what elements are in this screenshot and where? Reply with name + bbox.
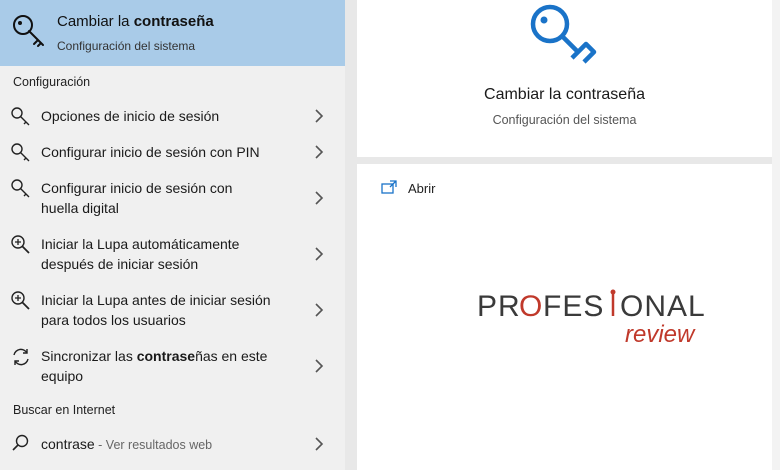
preview-header: Cambiar la contraseña Configuración del … <box>357 0 772 157</box>
profesional-review-logo: PR O FES ONAL review <box>477 289 706 348</box>
result-sync-passwords[interactable]: Sincronizar las contraseñas en este equi… <box>0 344 345 388</box>
svg-text:ONAL: ONAL <box>620 290 706 323</box>
sync-icon <box>13 348 29 366</box>
result-pin-sign-in[interactable]: Configurar inicio de sesión con PIN <box>0 140 345 166</box>
result-fingerprint-sign-in[interactable]: Configurar inicio de sesión con huella d… <box>0 176 345 220</box>
result-label: Configurar inicio de sesión con huella d… <box>41 180 233 216</box>
chevron-right-icon[interactable] <box>313 247 325 261</box>
preview-subtitle: Configuración del sistema <box>492 113 637 127</box>
key-icon <box>13 15 44 47</box>
search-icon <box>12 434 29 451</box>
scroll-edge <box>772 0 780 470</box>
best-match-result[interactable]: Cambiar la contraseña Configuración del … <box>0 0 345 66</box>
result-sign-in-options[interactable]: Opciones de inicio de sesión <box>0 104 345 130</box>
svg-text:O: O <box>519 290 543 323</box>
preview-actions: Abrir PR O FES ONAL review <box>357 164 772 470</box>
web-search-label: contrase - Ver resultados web <box>41 436 213 452</box>
best-match-title: Cambiar la contraseña <box>57 13 214 30</box>
chevron-right-icon[interactable] <box>313 359 325 373</box>
best-match-subtitle: Configuración del sistema <box>57 39 196 53</box>
key-icon <box>530 4 597 64</box>
svg-text:review: review <box>625 321 696 348</box>
chevron-right-icon[interactable] <box>313 109 325 123</box>
svg-text:FES: FES <box>543 290 604 323</box>
section-header-internet: Buscar en Internet <box>13 403 116 417</box>
web-search-result[interactable]: contrase - Ver resultados web <box>0 430 345 458</box>
result-label: Iniciar la Lupa antes de iniciar sesión … <box>41 292 271 328</box>
result-label: Configurar inicio de sesión con PIN <box>41 144 260 160</box>
section-header-settings: Configuración <box>13 75 91 89</box>
result-label: Iniciar la Lupa automáticamente después … <box>41 236 240 272</box>
chevron-right-icon[interactable] <box>313 145 325 159</box>
key-icon <box>11 179 30 198</box>
result-label: Sincronizar las contraseñas en este equi… <box>41 348 268 384</box>
result-label: Opciones de inicio de sesión <box>41 108 220 124</box>
search-results-panel: Cambiar la contraseña Configuración del … <box>0 0 345 470</box>
chevron-right-icon[interactable] <box>313 303 325 317</box>
open-action[interactable]: Abrir <box>408 181 435 196</box>
chevron-right-icon[interactable] <box>313 191 325 205</box>
open-icon[interactable] <box>381 180 397 194</box>
magnifier-plus-icon <box>11 235 30 254</box>
key-icon <box>11 107 30 126</box>
svg-text:PR: PR <box>477 290 521 323</box>
key-icon <box>11 143 30 162</box>
preview-title: Cambiar la contraseña <box>484 86 645 103</box>
chevron-right-icon[interactable] <box>313 437 325 451</box>
result-magnifier-after-login[interactable]: Iniciar la Lupa automáticamente después … <box>0 232 345 276</box>
magnifier-plus-icon <box>11 291 30 310</box>
result-magnifier-before-login[interactable]: Iniciar la Lupa antes de iniciar sesión … <box>0 288 345 332</box>
